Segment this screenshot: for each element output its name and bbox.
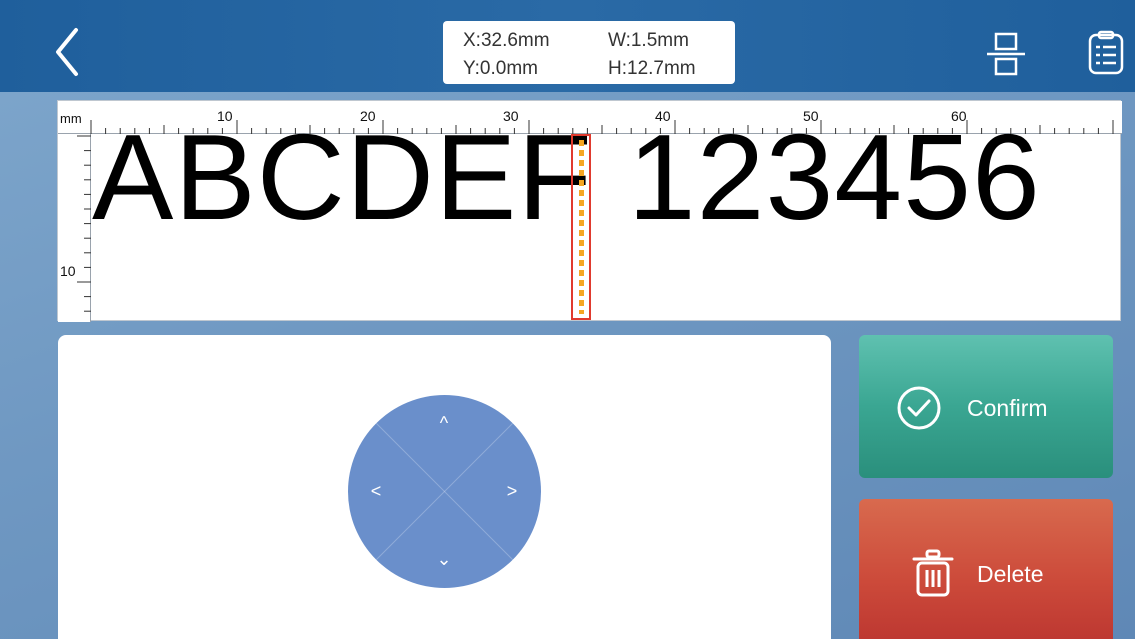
height-value: H:12.7mm [608, 58, 696, 79]
top-bar: X:32.6mm Y:0.0mm W:1.5mm H:12.7mm [0, 0, 1135, 92]
x-coordinate: X:32.6mm [463, 30, 550, 51]
move-left-button[interactable]: < [358, 473, 394, 509]
chevron-down-icon: ⌄ [436, 549, 452, 569]
selected-object-fill [579, 140, 584, 314]
delete-button[interactable]: Delete [859, 499, 1113, 639]
label-text-object[interactable]: ABCDEF 123456 [92, 116, 1041, 238]
direction-pad[interactable]: ^ ⌄ < > [348, 395, 541, 588]
coordinate-readout: X:32.6mm Y:0.0mm W:1.5mm H:12.7mm [443, 21, 735, 84]
confirm-label: Confirm [967, 395, 1048, 421]
list-icon [1088, 30, 1124, 75]
align-center-icon [987, 32, 1025, 76]
chevron-right-icon: > [506, 481, 518, 501]
chevron-up-icon: ^ [439, 413, 449, 433]
confirm-button[interactable]: Confirm [859, 335, 1113, 478]
y-coordinate: Y:0.0mm [463, 58, 538, 79]
width-value: W:1.5mm [608, 30, 689, 51]
selected-object-handle[interactable] [571, 134, 591, 320]
ruler-number-v10: 10 [60, 263, 76, 279]
check-circle-icon [897, 386, 941, 430]
vertical-ruler: 10 [58, 134, 91, 322]
move-right-button[interactable]: > [494, 473, 530, 509]
back-button[interactable] [48, 24, 88, 80]
delete-label: Delete [977, 561, 1044, 587]
chevron-left-icon [56, 28, 78, 76]
vertical-ruler-ticks [77, 135, 91, 312]
align-button[interactable] [985, 32, 1027, 76]
list-button[interactable] [1085, 30, 1127, 76]
move-up-button[interactable]: ^ [426, 405, 462, 441]
move-down-button[interactable]: ⌄ [426, 541, 462, 577]
chevron-left-icon: < [370, 481, 382, 501]
trash-icon [912, 549, 954, 597]
